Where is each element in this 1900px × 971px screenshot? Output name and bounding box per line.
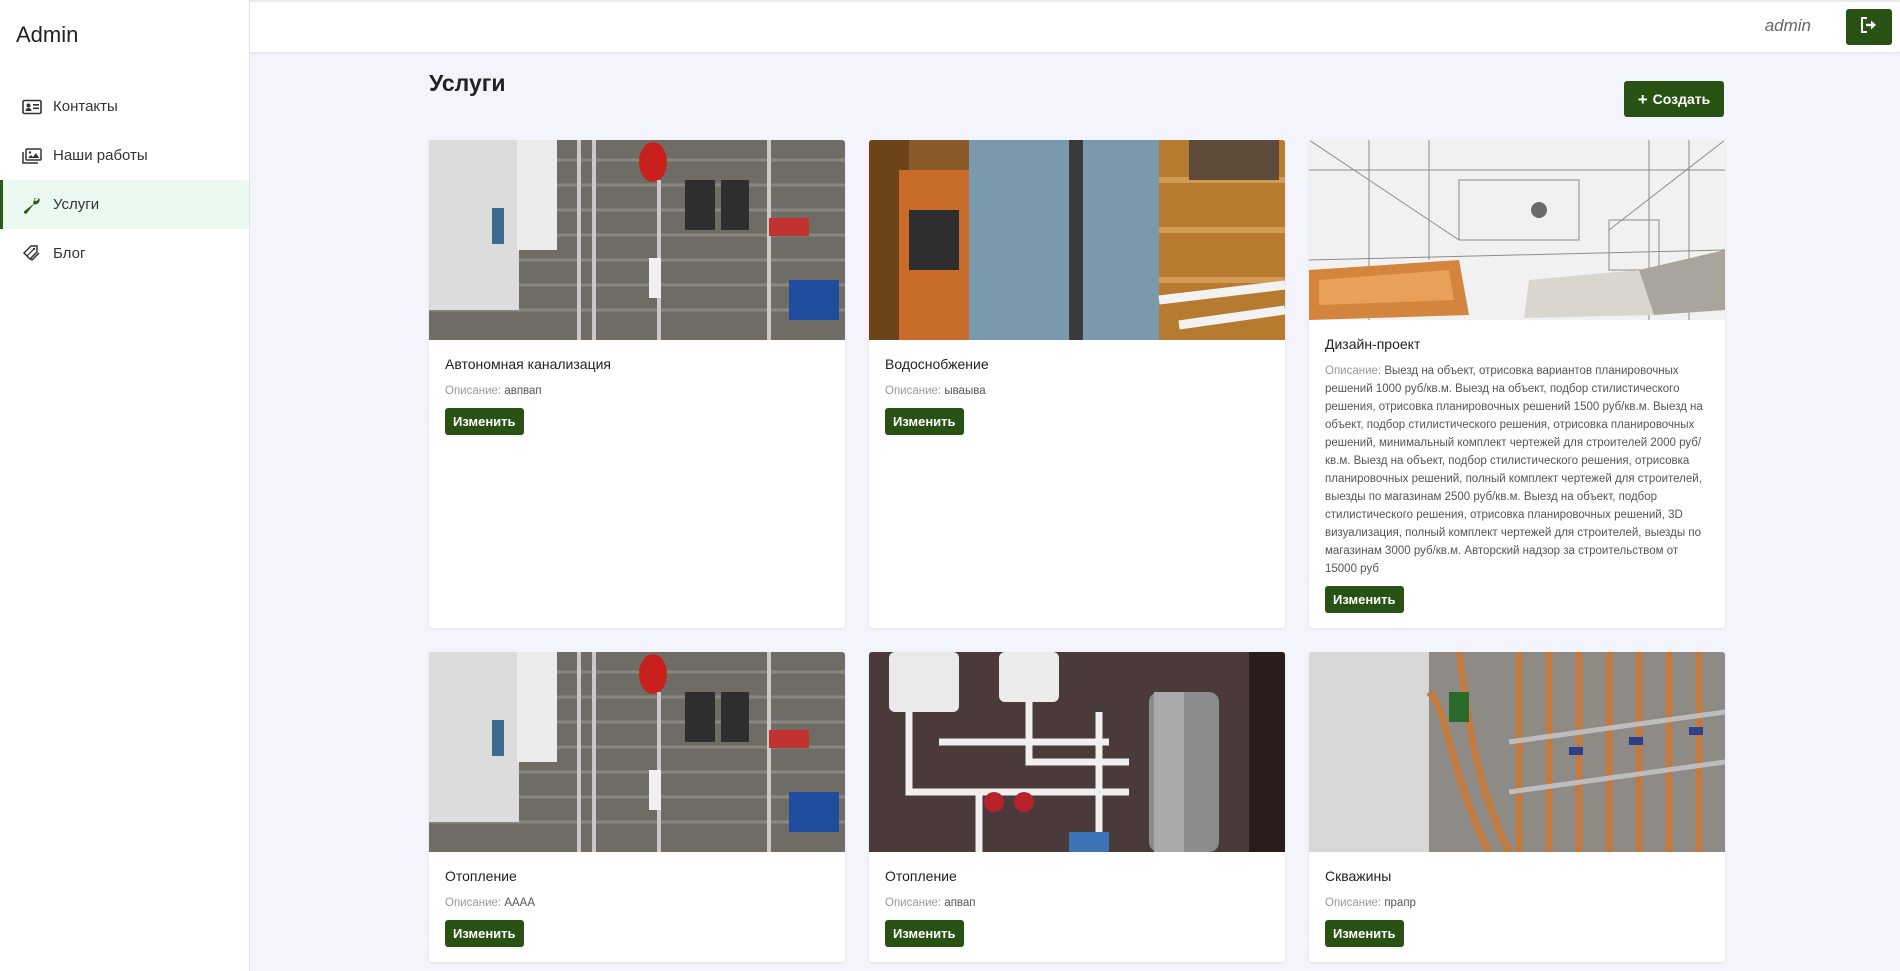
description-label: Описание: bbox=[445, 385, 502, 397]
main-content: Услуги + Создать Автономная канализация … bbox=[250, 53, 1900, 971]
sidebar-item-blog[interactable]: Блог bbox=[0, 229, 249, 278]
sidebar-item-label: Контакты bbox=[53, 98, 118, 115]
edit-button[interactable]: Изменить bbox=[1325, 586, 1404, 613]
service-card: Отопление Описание: АААА Изменить bbox=[429, 652, 845, 962]
edit-button[interactable]: Изменить bbox=[1325, 920, 1404, 947]
current-user: admin bbox=[1764, 16, 1811, 35]
service-card: Дизайн-проект Описание: Выезд на объект,… bbox=[1309, 140, 1725, 628]
description-label: Описание: bbox=[885, 897, 942, 909]
sidebar: Admin Контакты Наши работы Услуги Блог bbox=[0, 0, 250, 971]
edit-button[interactable]: Изменить bbox=[885, 920, 964, 947]
page-title: Услуги bbox=[429, 70, 506, 96]
card-title: Дизайн-проект bbox=[1325, 336, 1421, 352]
description-text: прапр bbox=[1384, 897, 1416, 909]
card-image bbox=[869, 140, 1285, 340]
card-image bbox=[1309, 652, 1725, 852]
description-label: Описание: bbox=[445, 897, 502, 909]
description-text: Выезд на объект, отрисовка вариантов пла… bbox=[1325, 365, 1703, 575]
card-title: Отопление bbox=[445, 868, 517, 884]
description-label: Описание: bbox=[1325, 365, 1382, 377]
sidebar-item-label: Наши работы bbox=[53, 147, 148, 164]
card-image bbox=[869, 652, 1285, 852]
wrench-icon bbox=[21, 196, 43, 214]
create-button-label: Создать bbox=[1652, 91, 1711, 107]
description-label: Описание: bbox=[1325, 897, 1382, 909]
service-card: Автономная канализация Описание: авпвап … bbox=[429, 140, 845, 628]
edit-button[interactable]: Изменить bbox=[445, 408, 524, 435]
create-button[interactable]: + Создать bbox=[1624, 81, 1724, 117]
services-grid: Автономная канализация Описание: авпвап … bbox=[429, 140, 1726, 962]
logout-button[interactable] bbox=[1846, 9, 1892, 45]
card-title: Отопление bbox=[885, 868, 957, 884]
description-text: ываыва bbox=[944, 385, 986, 397]
plus-icon: + bbox=[1637, 89, 1648, 109]
sidebar-nav: Контакты Наши работы Услуги Блог bbox=[0, 82, 249, 278]
description-text: АААА bbox=[504, 897, 535, 909]
card-description: Описание: апвап bbox=[885, 894, 1269, 912]
card-description: Описание: Выезд на объект, отрисовка вар… bbox=[1325, 362, 1709, 578]
card-image bbox=[429, 652, 845, 852]
card-description: Описание: авпвап bbox=[445, 382, 829, 400]
tags-icon bbox=[21, 244, 43, 263]
contact-card-icon bbox=[21, 98, 43, 116]
card-title: Водоснобжение bbox=[885, 356, 989, 372]
edit-button[interactable]: Изменить bbox=[885, 408, 964, 435]
brand-title[interactable]: Admin bbox=[0, 0, 249, 70]
sidebar-item-contacts[interactable]: Контакты bbox=[0, 82, 249, 131]
sidebar-item-our-works[interactable]: Наши работы bbox=[0, 131, 249, 180]
sidebar-item-label: Блог bbox=[53, 245, 86, 262]
card-description: Описание: прапр bbox=[1325, 894, 1709, 912]
sidebar-item-services[interactable]: Услуги bbox=[0, 180, 249, 229]
card-image bbox=[1309, 140, 1725, 320]
sidebar-item-label: Услуги bbox=[53, 196, 100, 213]
card-image bbox=[429, 140, 845, 340]
description-label: Описание: bbox=[885, 385, 942, 397]
card-description: Описание: АААА bbox=[445, 894, 829, 912]
images-icon bbox=[21, 147, 43, 165]
card-title: Скважины bbox=[1325, 868, 1392, 884]
edit-button[interactable]: Изменить bbox=[445, 920, 524, 947]
service-card: Скважины Описание: прапр Изменить bbox=[1309, 652, 1725, 962]
top-bar: admin bbox=[250, 0, 1900, 53]
description-text: апвап bbox=[944, 897, 976, 909]
card-title: Автономная канализация bbox=[445, 356, 611, 372]
card-description: Описание: ываыва bbox=[885, 382, 1269, 400]
description-text: авпвап bbox=[504, 385, 542, 397]
sign-out-icon bbox=[1860, 16, 1878, 38]
service-card: Водоснобжение Описание: ываыва Изменить bbox=[869, 140, 1285, 628]
service-card: Отопление Описание: апвап Изменить bbox=[869, 652, 1285, 962]
